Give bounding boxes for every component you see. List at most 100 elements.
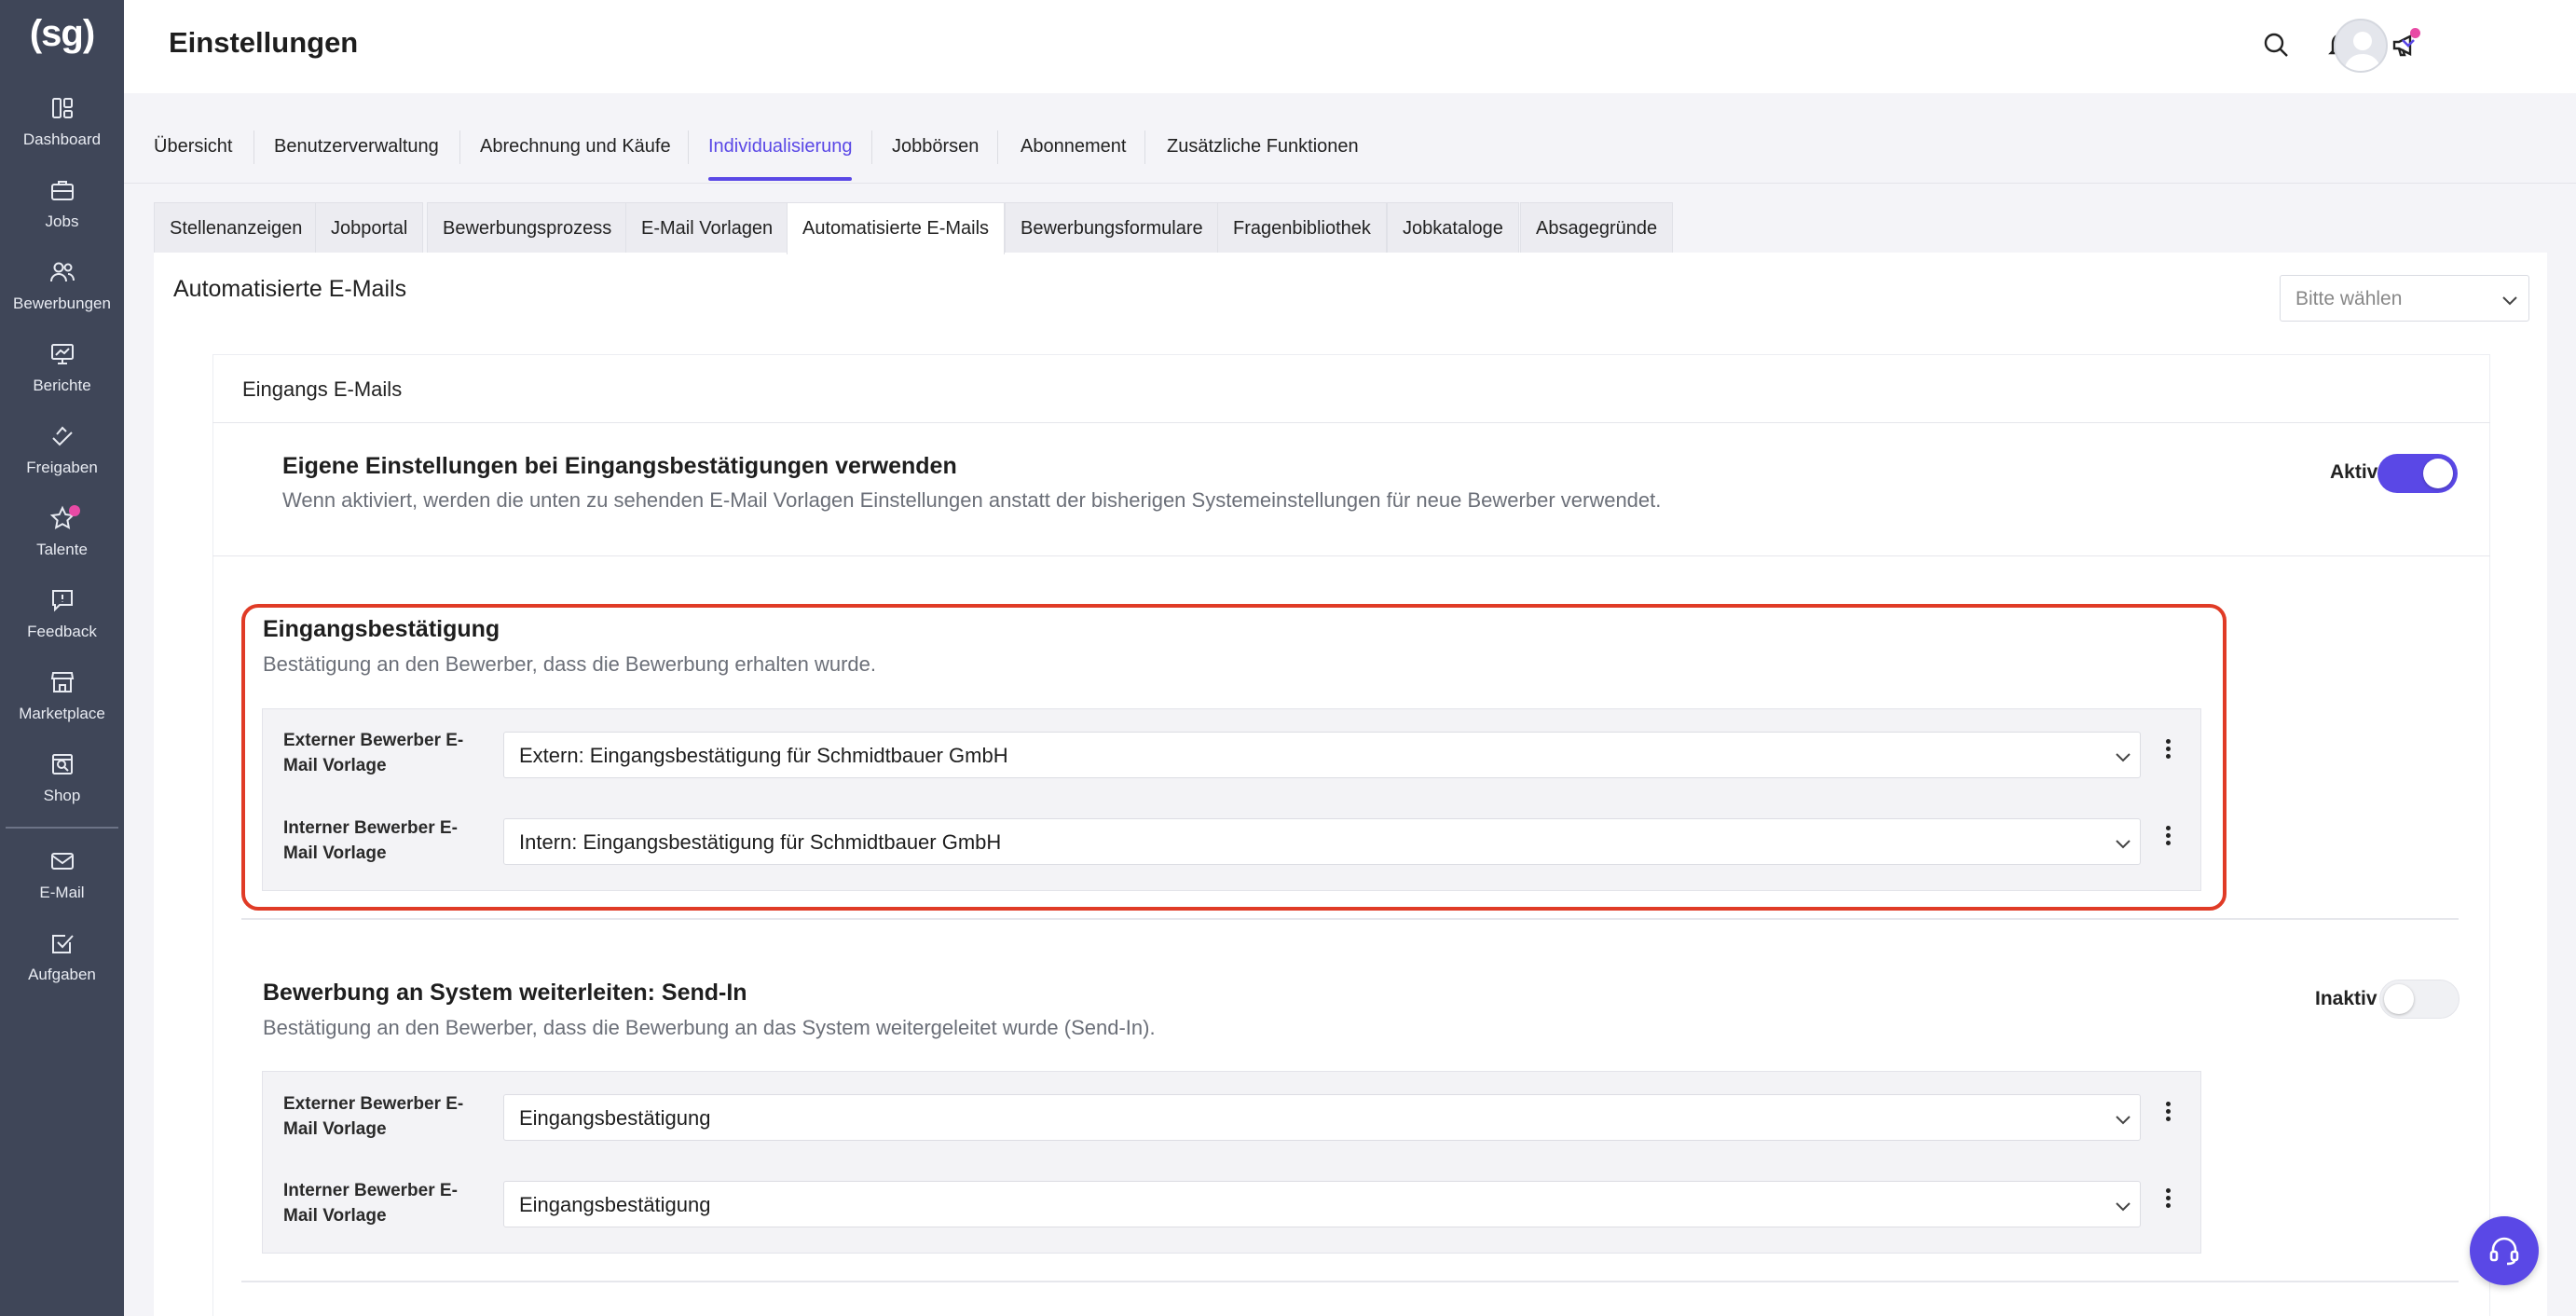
account-menu-toggle[interactable] xyxy=(2399,34,2418,52)
internal-template-more-button[interactable] xyxy=(2161,1186,2174,1214)
own-settings-title: Eigene Einstellungen bei Eingangsbestäti… xyxy=(282,453,957,479)
users-icon xyxy=(49,262,75,282)
sidebar-item-marketplace[interactable]: Marketplace xyxy=(0,669,124,744)
sidebar-item-jobs[interactable]: Jobs xyxy=(0,177,124,252)
sidebar-item-label: Aufgaben xyxy=(28,966,96,983)
store-icon xyxy=(50,672,74,692)
filter-select[interactable]: Bitte wählen xyxy=(2280,275,2529,322)
external-template-value: Eingangsbestätigung xyxy=(519,1106,711,1130)
user-avatar-icon xyxy=(2344,32,2381,71)
section-title-send-in: Bewerbung an System weiterleiten: Send-I… xyxy=(263,980,747,1006)
tab-separator xyxy=(688,130,689,164)
sidebar-item-berichte[interactable]: Berichte xyxy=(0,341,124,416)
briefcase-icon xyxy=(50,181,74,200)
tab-zusaetzliche-funktionen[interactable]: Zusätzliche Funktionen xyxy=(1167,136,1359,158)
internal-template-label: Interner Bewerber E-Mail Vorlage xyxy=(283,818,458,863)
internal-template-label: Interner Bewerber E-Mail Vorlage xyxy=(283,1181,458,1226)
sidebar-item-dashboard[interactable]: Dashboard xyxy=(0,95,124,170)
avatar[interactable] xyxy=(2334,19,2388,73)
tab-individualisierung[interactable]: Individualisierung xyxy=(708,136,853,158)
sidebar-item-label: Feedback xyxy=(27,623,97,640)
external-template-more-button[interactable] xyxy=(2161,1100,2174,1128)
search-icon xyxy=(2264,33,2288,57)
subtab-automatisierte-emails-active[interactable]: Automatisierte E-Mails xyxy=(787,202,1006,254)
dashboard-icon xyxy=(51,98,73,118)
sidebar-item-shop[interactable]: Shop xyxy=(0,751,124,826)
help-chat-button[interactable] xyxy=(2470,1216,2539,1285)
send-in-toggle[interactable] xyxy=(2379,980,2460,1019)
sidebar-item-email[interactable]: E-Mail xyxy=(0,848,124,923)
sidebar-item-freigaben[interactable]: Freigaben xyxy=(0,423,124,498)
section-description: Bestätigung an den Bewerber, dass die Be… xyxy=(263,1016,1156,1039)
sidebar-item-label: Freigaben xyxy=(26,459,98,476)
sidebar-item-label: Bewerbungen xyxy=(13,295,111,312)
active-tab-indicator xyxy=(708,177,852,181)
internal-template-value: Intern: Eingangsbestätigung für Schmidtb… xyxy=(519,830,1002,854)
subtab-bewerbungsprozess[interactable]: Bewerbungsprozess xyxy=(427,202,628,254)
tab-uebersicht[interactable]: Übersicht xyxy=(154,136,232,158)
toggle-knob xyxy=(2423,459,2453,488)
template-panel: Externer Bewerber E-Mail Vorlage Eingang… xyxy=(262,1071,2201,1254)
chevron-down-icon xyxy=(2116,840,2131,849)
own-settings-toggle[interactable] xyxy=(2377,454,2458,493)
sidebar-item-label: Dashboard xyxy=(22,130,102,148)
content-title: Automatisierte E-Mails xyxy=(173,276,407,302)
tab-separator xyxy=(253,130,254,164)
subtab-absagegruende[interactable]: Absagegründe xyxy=(1520,202,1674,254)
sidebar-item-feedback[interactable]: Feedback xyxy=(0,587,124,662)
external-template-select[interactable]: Extern: Eingangsbestätigung für Schmidtb… xyxy=(503,732,2141,778)
feedback-icon xyxy=(51,590,73,612)
sidebar-item-talente[interactable]: Talente xyxy=(0,505,124,580)
external-template-value: Extern: Eingangsbestätigung für Schmidtb… xyxy=(519,744,1008,767)
send-in-toggle-label: Inaktiv xyxy=(2315,988,2377,1009)
internal-template-value: Eingangsbestätigung xyxy=(519,1193,711,1216)
sidebar: (sg) Dashboard Jobs Bewerbungen Berichte… xyxy=(0,0,124,1316)
subtab-bewerbungsformulare[interactable]: Bewerbungsformulare xyxy=(1005,202,1219,254)
subtab-email-vorlagen[interactable]: E-Mail Vorlagen xyxy=(625,202,789,254)
tab-separator xyxy=(1144,130,1145,164)
tab-separator xyxy=(997,130,998,164)
subtab-jobportal[interactable]: Jobportal xyxy=(315,202,424,254)
subtab-fragenbibliothek[interactable]: Fragenbibliothek xyxy=(1217,202,1387,254)
subtab-stellenanzeigen[interactable]: Stellenanzeigen xyxy=(154,202,319,254)
shop-search-icon xyxy=(51,754,73,775)
sidebar-item-bewerbungen[interactable]: Bewerbungen xyxy=(0,259,124,334)
internal-template-select[interactable]: Intern: Eingangsbestätigung für Schmidtb… xyxy=(503,818,2141,865)
mail-icon xyxy=(50,853,74,870)
tab-jobboersen[interactable]: Jobbörsen xyxy=(892,136,979,158)
chart-board-icon xyxy=(50,344,74,364)
group-title: Eingangs E-Mails xyxy=(242,377,403,401)
top-header: Einstellungen xyxy=(124,0,2576,93)
sidebar-item-label: Marketplace xyxy=(19,705,105,722)
section-description: Bestätigung an den Bewerber, dass die Be… xyxy=(263,652,876,676)
own-settings-block: Eigene Einstellungen bei Eingangsbestäti… xyxy=(212,423,2490,556)
chevron-down-icon xyxy=(2116,753,2131,762)
sidebar-item-aufgaben[interactable]: Aufgaben xyxy=(0,930,124,1005)
tab-abrechnung[interactable]: Abrechnung und Käufe xyxy=(480,136,671,158)
sidebar-divider xyxy=(6,827,118,829)
internal-template-select[interactable]: Eingangsbestätigung xyxy=(503,1181,2141,1227)
sidebar-item-label: Jobs xyxy=(45,212,79,230)
tab-benutzerverwaltung[interactable]: Benutzerverwaltung xyxy=(274,136,439,158)
own-settings-toggle-label: Aktiv xyxy=(2330,461,2378,483)
external-template-more-button[interactable] xyxy=(2161,737,2174,765)
chevron-down-icon xyxy=(2116,1202,2131,1212)
external-template-label: Externer Bewerber E-Mail Vorlage xyxy=(283,731,464,775)
search-button[interactable] xyxy=(2259,28,2293,62)
subtab-jobkataloge[interactable]: Jobkataloge xyxy=(1387,202,1519,254)
tab-abonnement[interactable]: Abonnement xyxy=(1021,136,1126,158)
sidebar-item-label: E-Mail xyxy=(39,884,85,901)
toggle-knob xyxy=(2384,984,2414,1014)
logo[interactable]: (sg) xyxy=(0,13,124,55)
own-settings-description: Wenn aktiviert, werden die unten zu sehe… xyxy=(282,488,1662,512)
external-template-select[interactable]: Eingangsbestätigung xyxy=(503,1094,2141,1141)
page-title: Einstellungen xyxy=(169,26,359,59)
main-tabs: Übersicht Benutzerverwaltung Abrechnung … xyxy=(124,93,2576,184)
section-title-eingangsbestaetigung: Eingangsbestätigung xyxy=(263,616,500,642)
hand-approve-icon xyxy=(51,426,73,446)
internal-template-more-button[interactable] xyxy=(2161,824,2174,852)
filter-select-placeholder: Bitte wählen xyxy=(2295,288,2403,309)
chevron-down-icon xyxy=(2502,296,2517,306)
external-template-label: Externer Bewerber E-Mail Vorlage xyxy=(283,1094,464,1139)
chevron-down-icon xyxy=(2116,1116,2131,1125)
